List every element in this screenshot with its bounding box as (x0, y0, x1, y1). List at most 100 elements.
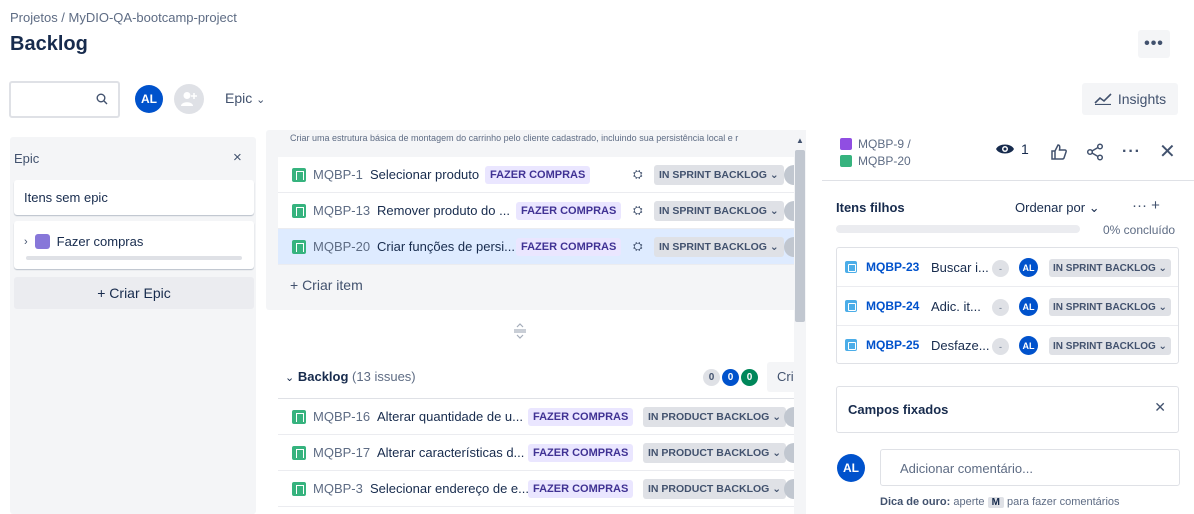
issue-key[interactable]: MQBP-20 (313, 239, 370, 254)
thumbs-up-icon[interactable] (1050, 143, 1068, 161)
epic-panel-title: Epic (14, 151, 40, 166)
assignee-avatar[interactable] (784, 201, 794, 221)
close-icon[interactable]: ✕ (1154, 399, 1166, 416)
epic-lozenge[interactable]: FAZER COMPRAS (528, 408, 634, 426)
status-dropdown[interactable]: IN PRODUCT BACKLOG ⌄ (643, 407, 787, 427)
epic-lozenge[interactable]: FAZER COMPRAS (516, 238, 622, 256)
tip-text-post: para fazer comentários (1007, 496, 1120, 508)
issue-row[interactable]: MQBP-13 Remover produto do ... FAZER COM… (278, 193, 794, 229)
subtask-icon (845, 261, 857, 273)
scrollbar-thumb[interactable] (795, 150, 805, 322)
watcher-count: 1 (1021, 141, 1029, 157)
issue-key[interactable]: MQBP-13 (313, 203, 370, 218)
epic-lozenge[interactable]: FAZER COMPRAS (516, 202, 622, 220)
assignee-avatar[interactable] (784, 237, 794, 257)
issue-row[interactable]: MQBP-3 Selecionar endereço de e... FAZER… (278, 471, 794, 507)
backlog-title: Backlog (297, 369, 349, 384)
insights-button[interactable]: Insights (1082, 83, 1178, 115)
scroll-up-icon[interactable]: ▲ (796, 136, 804, 145)
epic-name: Fazer compras (56, 234, 144, 249)
child-issue-summary: Adic. it... (931, 299, 981, 314)
tip-text-pre: aperte (953, 496, 985, 508)
story-icon (840, 154, 852, 167)
create-epic-button[interactable]: + Criar Epic (14, 277, 254, 309)
insights-label: Insights (1117, 91, 1167, 107)
assignee-avatar[interactable]: AL (1019, 258, 1038, 277)
priority-badge[interactable]: - (992, 338, 1009, 355)
no-epic-item[interactable]: Itens sem epic (14, 180, 254, 215)
child-issue-tools[interactable]: ··· + (1132, 197, 1160, 214)
child-issue-row[interactable]: MQBP-23 Buscar i... - AL IN SPRINT BACKL… (837, 248, 1178, 287)
assignee-avatar[interactable]: AL (1019, 336, 1038, 355)
issue-summary: Remover produto do ... (377, 203, 510, 218)
epic-card-fazer-compras[interactable]: › Fazer compras (14, 221, 254, 269)
create-item-button[interactable]: + Criar item (290, 277, 363, 293)
epic-lozenge[interactable]: FAZER COMPRAS (528, 480, 634, 498)
epic-color-swatch (34, 234, 50, 249)
child-issue-key[interactable]: MQBP-23 (866, 260, 919, 274)
divider (822, 180, 1194, 181)
assignee-avatar[interactable] (784, 165, 794, 185)
watch-button[interactable]: 1 (995, 141, 1029, 157)
issue-key[interactable]: MQBP-17 (313, 445, 370, 460)
add-user-icon (181, 92, 197, 106)
trend-icon (1094, 93, 1112, 105)
issue-row[interactable]: MQBP-1 Selecionar produto FAZER COMPRAS … (278, 157, 794, 193)
child-issues-icon: ⛭ (633, 239, 643, 253)
avatar[interactable]: AL (135, 85, 163, 113)
issue-row[interactable]: MQBP-17 Alterar características d... FAZ… (278, 435, 794, 471)
status-dropdown[interactable]: IN SPRINT BACKLOG ⌄ (654, 237, 784, 257)
more-actions-button[interactable]: ••• (1138, 30, 1170, 58)
epic-filter-dropdown[interactable]: Epic ⌄ (225, 90, 265, 106)
child-issue-row[interactable]: MQBP-24 Adic. it... - AL IN SPRINT BACKL… (837, 287, 1178, 326)
create-sprint-button[interactable]: Cri (767, 362, 797, 392)
close-icon[interactable]: ✕ (1159, 139, 1176, 164)
status-dropdown[interactable]: IN SPRINT BACKLOG ⌄ (1049, 259, 1171, 277)
chevron-right-icon[interactable]: › (24, 236, 28, 248)
child-issue-row[interactable]: MQBP-25 Desfaze... - AL IN SPRINT BACKLO… (837, 326, 1178, 365)
epic-lozenge[interactable]: FAZER COMPRAS (485, 166, 591, 184)
points-done-badge: 0 (741, 369, 758, 386)
status-dropdown[interactable]: IN SPRINT BACKLOG ⌄ (654, 165, 784, 185)
comment-tip: Dica de ouro: aperte M para fazer coment… (880, 496, 1120, 508)
issue-key[interactable]: MQBP-1 (313, 167, 363, 182)
page-title: Backlog (10, 33, 88, 55)
close-icon[interactable]: × (233, 149, 242, 166)
story-icon (292, 446, 306, 460)
issue-key[interactable]: MQBP-16 (313, 409, 370, 424)
assignee-avatar[interactable]: AL (1019, 297, 1038, 316)
status-dropdown[interactable]: IN SPRINT BACKLOG ⌄ (654, 201, 784, 221)
search-input[interactable] (9, 81, 120, 118)
child-issue-key[interactable]: MQBP-24 (866, 299, 919, 313)
issue-row-selected[interactable]: MQBP-20 Criar funções de persi... FAZER … (278, 229, 794, 265)
chevron-down-icon: ⌄ (285, 372, 295, 384)
priority-badge[interactable]: - (992, 299, 1009, 316)
add-people-button[interactable] (174, 84, 204, 114)
more-icon[interactable]: ··· (1122, 143, 1141, 161)
keyboard-shortcut: M (987, 497, 1004, 508)
comment-input[interactable]: Adicionar comentário... (880, 449, 1180, 486)
status-dropdown[interactable]: IN SPRINT BACKLOG ⌄ (1049, 337, 1171, 355)
current-issue-link[interactable]: MQBP-20 (858, 154, 911, 168)
resize-handle-icon[interactable] (513, 323, 527, 339)
child-issues-icon: ⛭ (633, 167, 643, 181)
issue-summary: Selecionar produto (370, 167, 480, 182)
backlog-header[interactable]: ⌄ Backlog (13 issues) (285, 369, 416, 384)
issue-breadcrumb: MQBP-9 / MQBP-20 (840, 135, 911, 169)
status-dropdown[interactable]: IN SPRINT BACKLOG ⌄ (1049, 298, 1171, 316)
epic-icon (840, 137, 852, 150)
issue-key[interactable]: MQBP-3 (313, 481, 363, 496)
subtask-icon (845, 339, 857, 351)
child-issue-key[interactable]: MQBP-25 (866, 338, 919, 352)
breadcrumb[interactable]: Projetos / MyDIO-QA-bootcamp-project (10, 10, 237, 25)
status-dropdown[interactable]: IN PRODUCT BACKLOG ⌄ (643, 443, 787, 463)
priority-badge[interactable]: - (992, 260, 1009, 277)
issue-summary: Criar funções de persi... (377, 239, 516, 254)
order-by-dropdown[interactable]: Ordenar por ⌄ (1015, 200, 1100, 216)
status-dropdown[interactable]: IN PRODUCT BACKLOG ⌄ (643, 479, 787, 499)
parent-issue-link[interactable]: MQBP-9 / (858, 137, 911, 151)
share-icon[interactable] (1086, 142, 1104, 161)
issue-row[interactable]: MQBP-16 Alterar quantidade de u... FAZER… (278, 399, 794, 435)
epic-lozenge[interactable]: FAZER COMPRAS (528, 444, 634, 462)
tip-label: Dica de ouro: (880, 496, 951, 508)
